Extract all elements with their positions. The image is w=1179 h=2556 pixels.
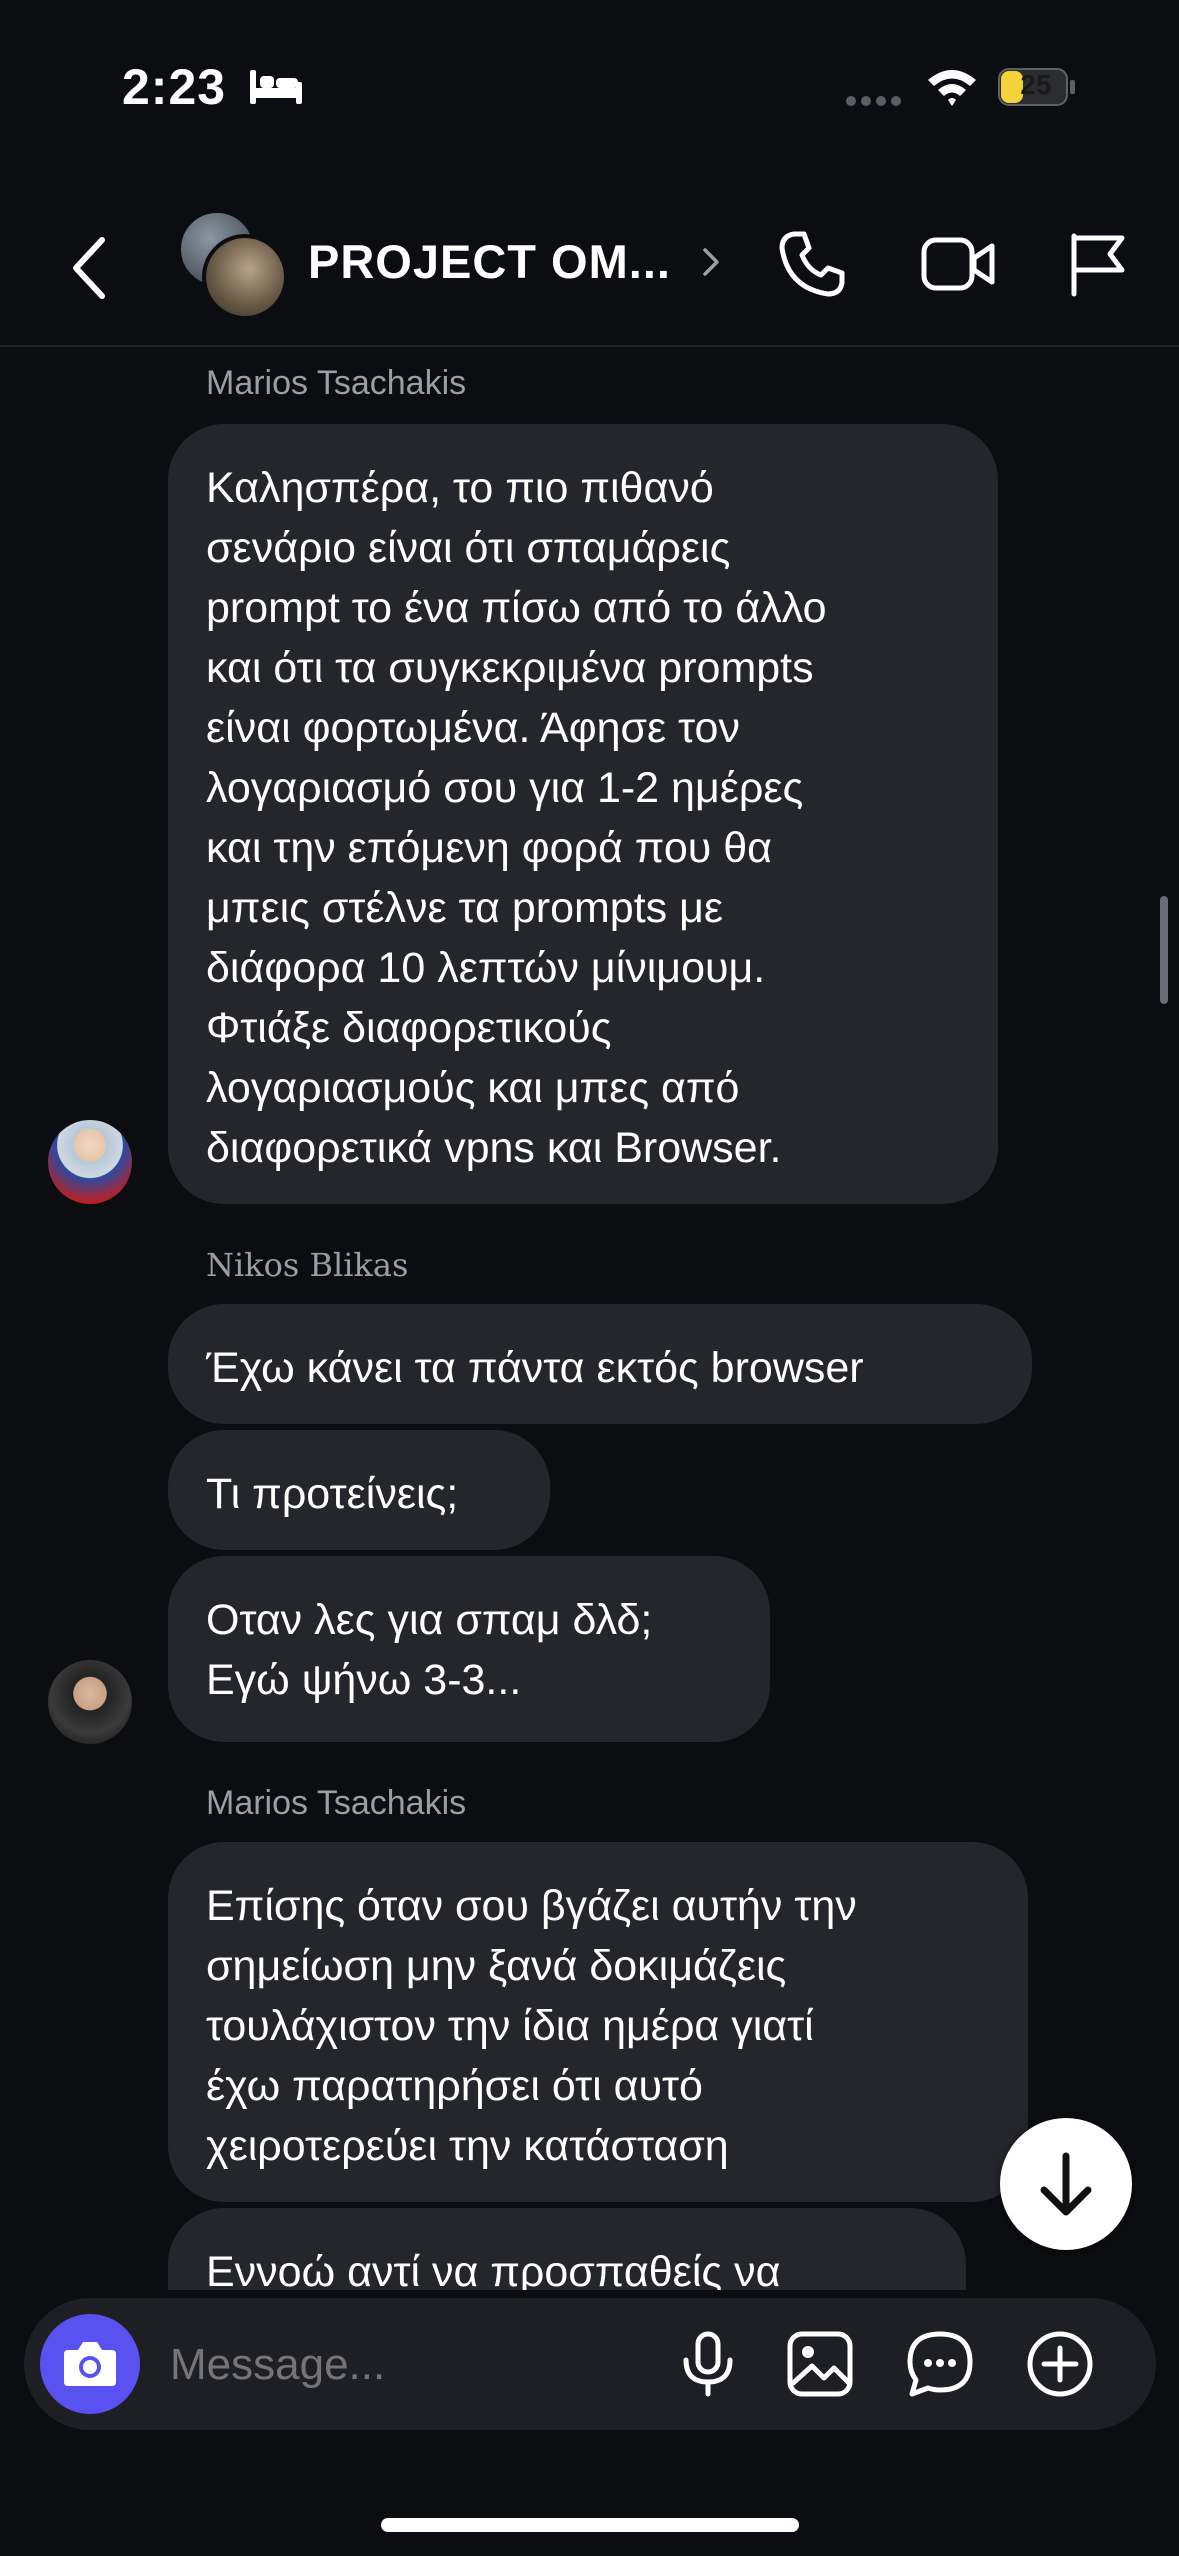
camera-icon	[64, 2342, 116, 2386]
message-bubble[interactable]: Τι προτείνεις;	[168, 1430, 550, 1550]
chevron-left-icon[interactable]	[62, 228, 122, 308]
flag-icon[interactable]	[1066, 230, 1128, 298]
scroll-indicator[interactable]	[1160, 896, 1168, 1004]
member-avatar	[202, 234, 288, 320]
chat-bubble-icon[interactable]	[904, 2328, 976, 2400]
message-bubble[interactable]: Επίσης όταν σου βγάζει αυτήν την σημείωσ…	[168, 1842, 1028, 2202]
cellular-signal-icon	[846, 96, 901, 106]
message-bubble[interactable]: Καλησπέρα, το πιο πιθανό σενάριο είναι ό…	[168, 424, 998, 1204]
status-time: 2:23	[122, 59, 227, 115]
sender-name: Nikos Blikas	[206, 1246, 409, 1284]
avatar[interactable]	[48, 1120, 132, 1204]
status-bar: 2:23 25	[0, 0, 1179, 170]
image-icon[interactable]	[784, 2328, 856, 2400]
group-avatar[interactable]	[178, 210, 288, 320]
sender-name: Marios Tsachakis	[206, 1784, 467, 1822]
scroll-to-bottom-button[interactable]	[1000, 2118, 1132, 2250]
wifi-icon	[928, 70, 976, 106]
battery-percentage: 25	[1020, 69, 1052, 100]
chat-header: PROJECT OM...	[0, 190, 1179, 347]
sender-name: Marios Tsachakis	[206, 364, 467, 402]
avatar[interactable]	[48, 1660, 132, 1744]
instagram-group-chat-screen: 2:23 25 PROJECT OM... Marios Tsachakis Κ…	[0, 0, 1179, 2556]
message-input[interactable]	[168, 2334, 532, 2396]
home-indicator[interactable]	[381, 2518, 799, 2532]
phone-icon[interactable]	[776, 228, 848, 300]
message-bubble[interactable]: Έχω κάνει τα πάντα εκτός browser	[168, 1304, 1032, 1424]
arrow-down-icon	[1040, 2152, 1092, 2216]
message-bubble[interactable]: Οταν λες για σπαμ δλδ; Εγώ ψήνω 3-3...	[168, 1556, 770, 1742]
message-composer	[24, 2298, 1156, 2430]
microphone-icon[interactable]	[672, 2328, 744, 2400]
camera-button[interactable]	[40, 2314, 140, 2414]
video-camera-icon[interactable]	[920, 232, 996, 296]
chat-title[interactable]: PROJECT OM...	[308, 234, 671, 289]
chevron-right-icon[interactable]	[700, 242, 722, 282]
sleep-focus-icon	[250, 70, 302, 104]
plus-circle-icon[interactable]	[1024, 2328, 1096, 2400]
